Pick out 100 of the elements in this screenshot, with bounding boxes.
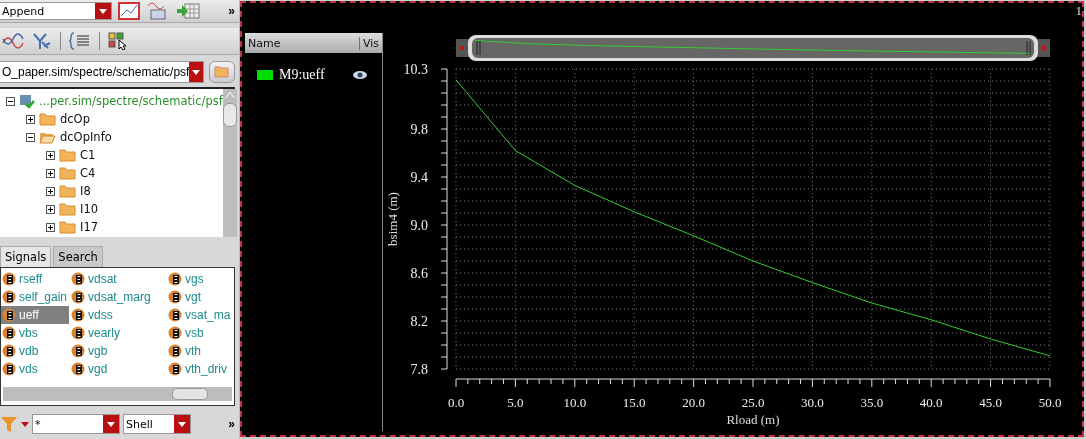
x-tick-label: 20.0 [682, 395, 705, 410]
tree-item[interactable]: I17 [80, 220, 99, 234]
expand-toggle[interactable] [46, 168, 55, 178]
tree-item[interactable]: C4 [80, 166, 96, 180]
signal-item[interactable]: vth [167, 342, 233, 360]
filter-field[interactable]: * [32, 414, 120, 434]
tree-item[interactable]: I8 [80, 184, 91, 198]
tree-item[interactable]: ...per.sim/spectre/schematic/psf [39, 94, 223, 108]
expression-icon [168, 272, 182, 286]
expand-toggle[interactable] [46, 150, 55, 160]
grid-select-icon[interactable] [108, 32, 128, 50]
caret-icon [192, 69, 201, 75]
folder-icon [59, 202, 76, 216]
overflow-button[interactable]: » [228, 417, 235, 431]
horizontal-scrollbar[interactable] [3, 387, 232, 401]
signal-item[interactable]: vgt [167, 288, 233, 306]
y-tick-label: 10.3 [403, 62, 428, 77]
folder-icon [214, 66, 230, 78]
export-table-icon[interactable] [176, 2, 200, 20]
y-axis-label: bsim4 (m) [385, 192, 400, 246]
tab[interactable]: Signals [0, 246, 52, 267]
signal-item[interactable]: vdss [70, 306, 166, 324]
scrollbar-thumb[interactable] [222, 103, 237, 127]
caret-icon [107, 421, 115, 427]
signal-item[interactable]: vdsat_marg [70, 288, 166, 306]
expression-icon [168, 326, 182, 340]
legend-item[interactable]: M9:ueff [279, 67, 346, 83]
y-tick-label: 9.4 [410, 170, 428, 185]
tree-item[interactable]: C1 [80, 148, 96, 162]
corner-label: 1 [1075, 3, 1082, 20]
folder-icon [59, 220, 76, 234]
eye-icon[interactable] [352, 70, 368, 80]
caret-icon [99, 8, 107, 14]
x-tick-label: 40.0 [919, 395, 943, 410]
x-tick-label: 15.0 [622, 395, 646, 410]
expression-icon [71, 326, 85, 340]
expression-icon [168, 290, 182, 304]
expression-icon [71, 344, 85, 358]
folder-icon [39, 112, 56, 126]
tree-item[interactable]: I10 [80, 202, 99, 216]
y-tick-label: 8.6 [410, 266, 428, 281]
folder-icon [59, 184, 76, 198]
signal-item[interactable]: vgd [70, 360, 166, 378]
collapse-toggle[interactable] [26, 132, 35, 142]
signal-item[interactable]: vds [1, 360, 69, 378]
expression-icon [71, 308, 85, 322]
signal-item[interactable]: vsb [167, 324, 233, 342]
signal-item[interactable]: self_gain [1, 288, 69, 306]
vertical-scrollbar[interactable] [222, 89, 237, 237]
chart-icon[interactable] [118, 2, 140, 20]
list-icon[interactable] [69, 32, 91, 50]
scrollbar-thumb[interactable] [172, 388, 208, 400]
signal-item[interactable]: vdsat [70, 270, 166, 288]
folder-icon [59, 148, 76, 162]
expand-toggle[interactable] [46, 222, 55, 232]
expand-toggle[interactable] [46, 204, 55, 214]
expand-toggle[interactable] [26, 114, 35, 124]
legend-header: Name Vis [245, 33, 382, 53]
tree-item[interactable]: dcOpInfo [60, 130, 112, 144]
x-axis-label: Rload (m) [726, 412, 780, 427]
y-tick-label: 9.8 [410, 122, 428, 137]
y-tick-label: 8.2 [410, 314, 428, 329]
signal-item[interactable]: rseff [1, 270, 69, 288]
signal-item[interactable]: vearly [70, 324, 166, 342]
waves-icon[interactable] [2, 33, 24, 49]
tab[interactable]: Search [53, 246, 103, 267]
branch-icon[interactable] [32, 32, 52, 50]
x-tick-label: 5.0 [507, 395, 524, 410]
x-tick-label: 45.0 [979, 395, 1002, 410]
x-tick-label: 25.0 [741, 395, 765, 410]
tree-item[interactable]: dcOp [60, 112, 90, 126]
open-folder-icon [39, 130, 56, 144]
browse-button[interactable] [209, 61, 235, 83]
signal-item[interactable]: vbs [1, 324, 69, 342]
x-tick-label: 50.0 [1038, 395, 1062, 410]
signal-item[interactable]: vdb [1, 342, 69, 360]
folder-icon [59, 166, 76, 180]
path-dropdown[interactable]: O_paper.sim/spectre/schematic/psf [0, 61, 204, 83]
expand-toggle[interactable] [46, 186, 55, 196]
signal-item[interactable]: vgs [167, 270, 233, 288]
signal-item[interactable]: vgb [70, 342, 166, 360]
overflow-button[interactable]: » [228, 4, 235, 18]
overview-scrollbar[interactable] [456, 35, 1050, 61]
signal-item[interactable]: vth_driv [167, 360, 233, 378]
caret-icon [178, 421, 186, 427]
database-icon [19, 93, 35, 109]
expression-icon [168, 308, 182, 322]
mode-dropdown[interactable]: Append [0, 2, 112, 20]
shell-dropdown[interactable]: Shell [123, 414, 191, 434]
signal-item[interactable]: ueff [1, 306, 69, 324]
x-tick-label: 0.0 [447, 395, 465, 410]
signal-item[interactable]: vsat_ma [167, 306, 233, 324]
caret-icon[interactable] [21, 421, 29, 427]
x-tick-label: 10.0 [563, 395, 587, 410]
collapse-toggle[interactable] [6, 96, 15, 106]
expression-icon [2, 308, 16, 322]
expression-icon [71, 290, 85, 304]
x-tick-label: 30.0 [801, 395, 824, 410]
y-tick-label: 9.0 [410, 218, 428, 233]
expression-icon [71, 272, 85, 286]
